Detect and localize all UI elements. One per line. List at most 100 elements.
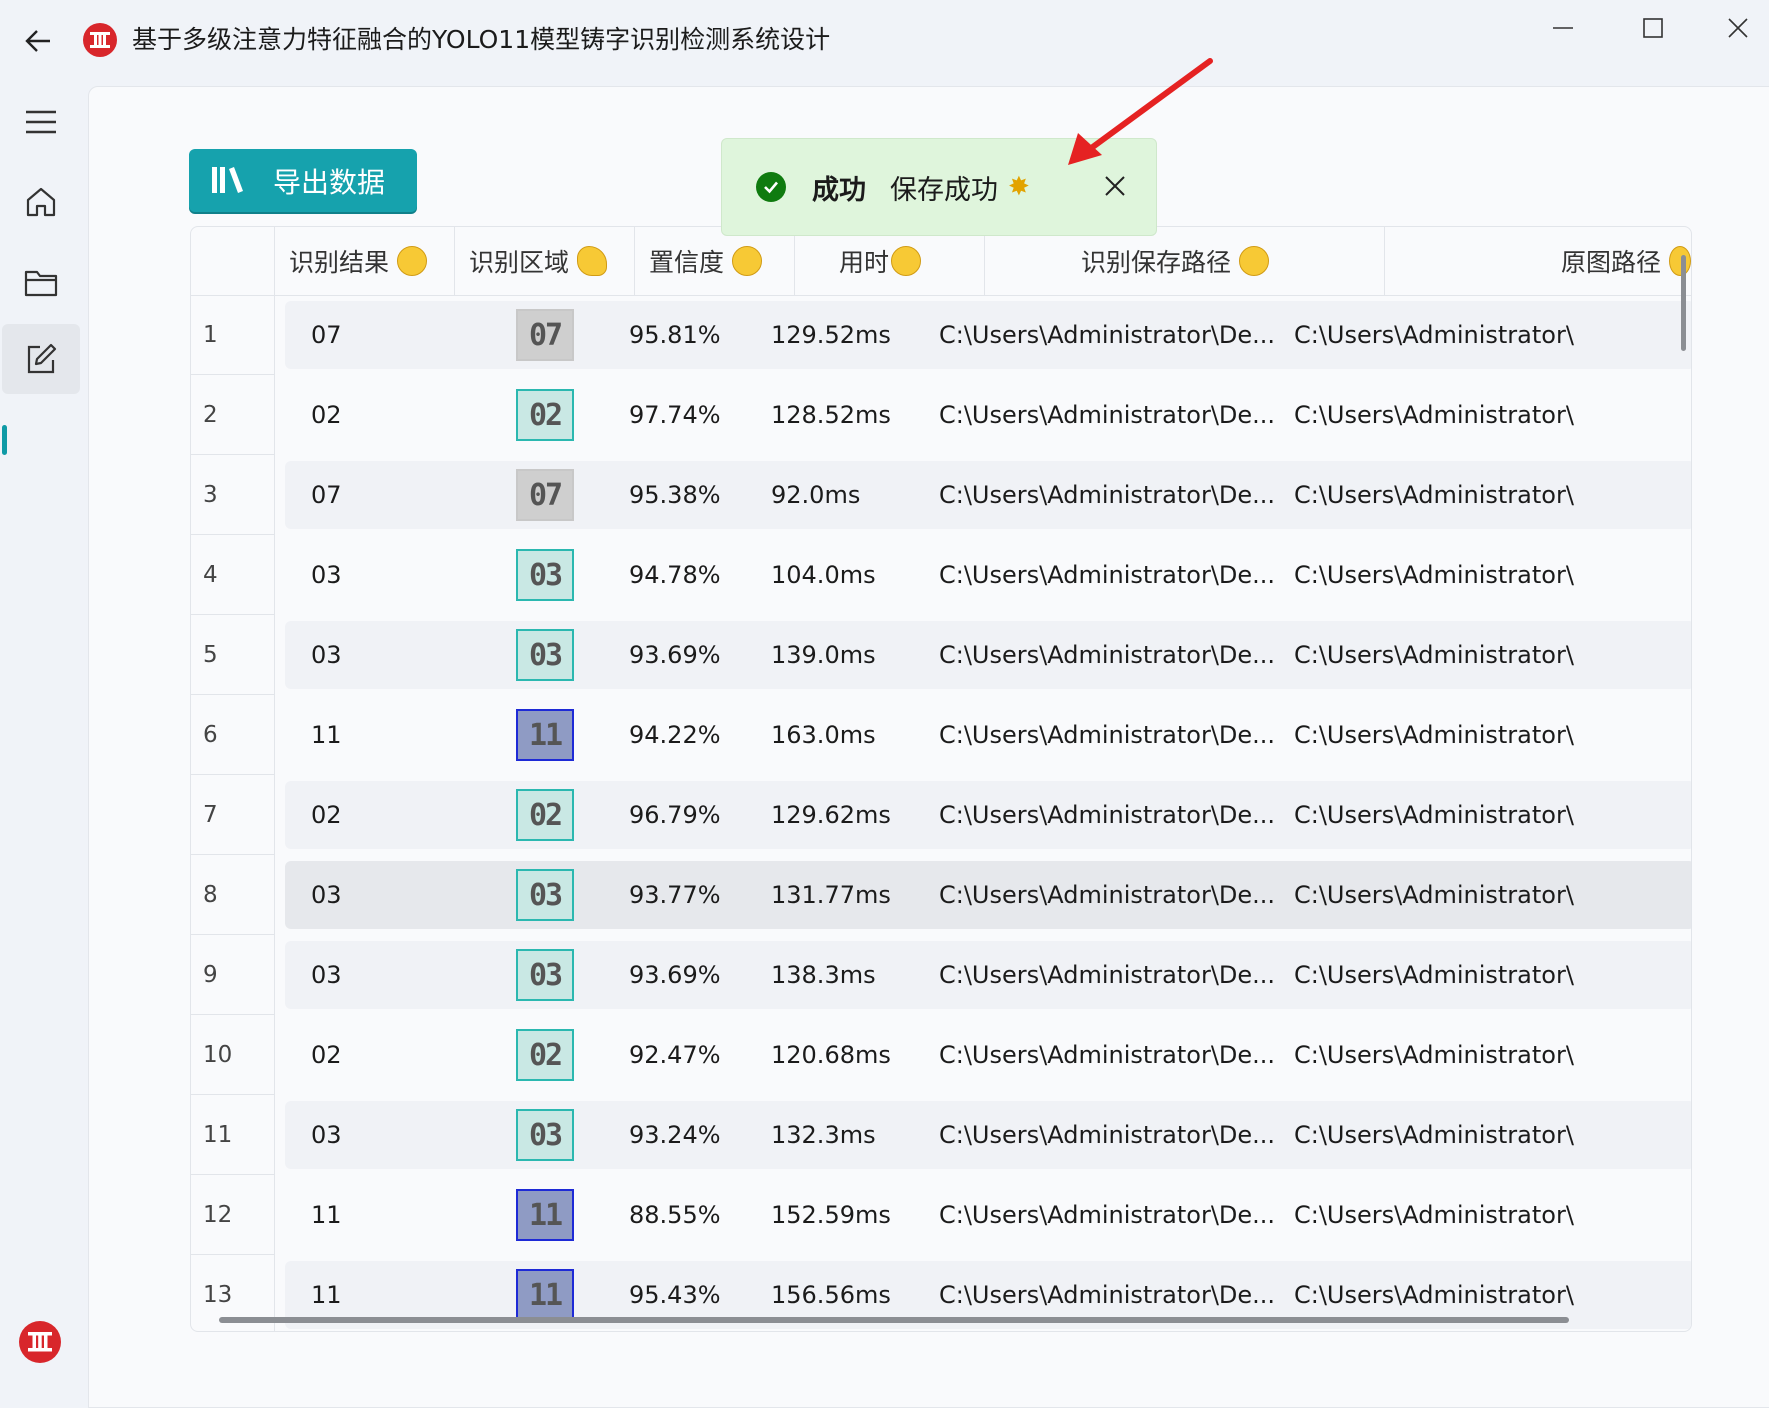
table-row[interactable]: 7 02 02 96.79% 129.62ms C:\Users\Administrato… (191, 775, 1691, 855)
row-index: 3 (191, 455, 275, 535)
header-save-path[interactable]: 识别保存路径 (985, 227, 1385, 295)
region-thumbnail[interactable]: 11 (516, 1189, 574, 1241)
cell-save-path: C:\Users\Administrator\De... (939, 401, 1276, 429)
maximize-icon (1643, 18, 1663, 38)
table-row[interactable]: 2 02 02 97.74% 128.52ms C:\Users\Administrato… (191, 375, 1691, 455)
region-thumbnail[interactable]: 07 (516, 309, 574, 361)
header-result[interactable]: 识别结果 (275, 227, 455, 295)
cell-orig-path: C:\Users\Administrator\ (1294, 481, 1574, 509)
region-thumbnail[interactable]: 11 (516, 1269, 574, 1321)
cell-confidence: 94.22% (629, 721, 721, 749)
toast-message: 保存成功 (890, 174, 998, 206)
cell-save-path: C:\Users\Administrator\De... (939, 481, 1276, 509)
maximize-button[interactable] (1618, 8, 1688, 48)
region-thumbnail[interactable]: 02 (516, 389, 574, 441)
emoji-icon (1239, 246, 1270, 276)
export-data-label: 导出数据 (273, 165, 386, 199)
region-thumbnail[interactable]: 03 (516, 949, 574, 1001)
region-thumbnail[interactable]: 11 (516, 709, 574, 761)
region-thumbnail[interactable]: 03 (516, 629, 574, 681)
table-row[interactable]: 6 11 11 94.22% 163.0ms C:\Users\Administrator… (191, 695, 1691, 775)
hamburger-menu-icon (26, 110, 56, 134)
region-thumbnail[interactable]: 03 (516, 549, 574, 601)
emoji-icon (732, 246, 763, 276)
sidebar (0, 82, 88, 1377)
header-time[interactable]: 用时 (795, 227, 985, 295)
active-nav-indicator (2, 425, 7, 455)
check-circle-icon (756, 172, 786, 202)
cell-result: 02 (311, 1041, 342, 1069)
nav-home[interactable] (2, 167, 80, 237)
cell-save-path: C:\Users\Administrator\De... (939, 801, 1276, 829)
cell-save-path: C:\Users\Administrator\De... (939, 881, 1276, 909)
arrow-left-icon (25, 30, 50, 52)
cell-time: 92.0ms (771, 481, 861, 509)
row-index: 7 (191, 775, 275, 855)
cell-result: 07 (311, 481, 342, 509)
emoji-icon (1669, 246, 1691, 276)
row-index: 11 (191, 1095, 275, 1175)
cell-time: 128.52ms (771, 401, 891, 429)
cell-time: 163.0ms (771, 721, 876, 749)
folder-icon (24, 270, 58, 297)
horizontal-scrollbar[interactable] (219, 1317, 1569, 1323)
app-logo-icon (83, 23, 117, 57)
cell-orig-path: C:\Users\Administrator\ (1294, 561, 1574, 589)
nav-folder[interactable] (2, 247, 80, 317)
export-data-button[interactable]: 导出数据 (189, 149, 417, 212)
cell-save-path: C:\Users\Administrator\De... (939, 721, 1276, 749)
region-thumbnail[interactable]: 02 (516, 1029, 574, 1081)
cell-time: 131.77ms (771, 881, 891, 909)
cell-orig-path: C:\Users\Administrator\ (1294, 721, 1574, 749)
cell-time: 138.3ms (771, 961, 876, 989)
cell-orig-path: C:\Users\Administrator\ (1294, 1121, 1574, 1149)
cell-confidence: 88.55% (629, 1201, 721, 1229)
close-button[interactable] (1710, 8, 1766, 48)
table-row[interactable]: 9 03 03 93.69% 138.3ms C:\Users\Administrator… (191, 935, 1691, 1015)
row-index: 1 (191, 295, 275, 375)
menu-toggle-button[interactable] (2, 87, 80, 157)
header-orig-path[interactable]: 原图路径 (1385, 227, 1691, 295)
close-icon (1728, 18, 1748, 38)
cell-result: 03 (311, 561, 342, 589)
cell-result: 03 (311, 1121, 342, 1149)
cell-save-path: C:\Users\Administrator\De... (939, 1201, 1276, 1229)
table-row[interactable]: 10 02 02 92.47% 120.68ms C:\Users\Administrat… (191, 1015, 1691, 1095)
region-thumbnail[interactable]: 03 (516, 1109, 574, 1161)
nav-edit[interactable] (2, 324, 80, 394)
table-row[interactable]: 1 07 07 95.81% 129.52ms C:\Users\Administrato… (191, 295, 1691, 375)
minimize-icon (1553, 27, 1573, 29)
bottom-logo-icon (19, 1321, 61, 1363)
cell-orig-path: C:\Users\Administrator\ (1294, 1201, 1574, 1229)
table-row[interactable]: 8 03 03 93.77% 131.77ms C:\Users\Administrato… (191, 855, 1691, 935)
cell-time: 139.0ms (771, 641, 876, 669)
region-thumbnail[interactable]: 03 (516, 869, 574, 921)
table-row[interactable]: 12 11 11 88.55% 152.59ms C:\Users\Administrat… (191, 1175, 1691, 1255)
header-region[interactable]: 识别区域 (455, 227, 635, 295)
close-icon (1105, 176, 1125, 196)
table-row[interactable]: 5 03 03 93.69% 139.0ms C:\Users\Administrator… (191, 615, 1691, 695)
cell-confidence: 97.74% (629, 401, 721, 429)
cell-time: 132.3ms (771, 1121, 876, 1149)
cell-save-path: C:\Users\Administrator\De... (939, 321, 1276, 349)
table-row[interactable]: 3 07 07 95.38% 92.0ms C:\Users\Administrator\… (191, 455, 1691, 535)
edit-icon (27, 343, 57, 374)
table-row[interactable]: 4 03 03 94.78% 104.0ms C:\Users\Administrator… (191, 535, 1691, 615)
vertical-scrollbar[interactable] (1681, 255, 1686, 351)
emoji-icon (397, 246, 428, 276)
cell-orig-path: C:\Users\Administrator\ (1294, 961, 1574, 989)
cell-orig-path: C:\Users\Administrator\ (1294, 801, 1574, 829)
cell-time: 129.52ms (771, 321, 891, 349)
header-confidence[interactable]: 置信度 (635, 227, 795, 295)
results-table[interactable]: 识别结果 识别区域 置信度 用时 识别保存路径 原图路径 1 07 07 95.81%… (190, 226, 1692, 1332)
back-button[interactable] (18, 20, 60, 62)
title-bar: 基于多级注意力特征融合的YOLO11模型铸字识别检测系统设计 (0, 0, 1769, 82)
cell-result: 07 (311, 321, 342, 349)
sparkle-emoji-icon: ✸ (1008, 172, 1030, 202)
region-thumbnail[interactable]: 02 (516, 789, 574, 841)
region-thumbnail[interactable]: 07 (516, 469, 574, 521)
cell-save-path: C:\Users\Administrator\De... (939, 961, 1276, 989)
table-row[interactable]: 11 03 03 93.24% 132.3ms C:\Users\Administrato… (191, 1095, 1691, 1175)
row-index: 12 (191, 1175, 275, 1255)
minimize-button[interactable] (1528, 8, 1598, 48)
